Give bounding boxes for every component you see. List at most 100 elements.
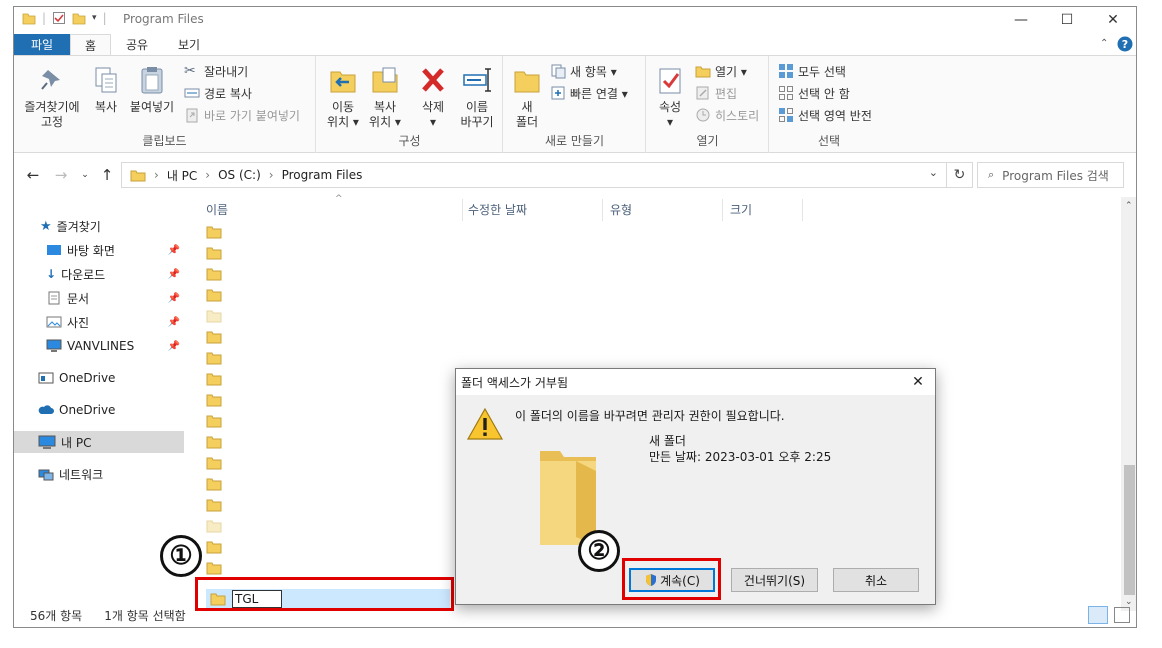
history-button[interactable]: 히스토리 [695,105,759,125]
breadcrumb-program-files[interactable]: Program Files [282,168,363,182]
nav-network[interactable]: 네트워크 [14,463,184,485]
copy-button[interactable]: 복사 [88,64,124,115]
address-bar[interactable]: › 내 PC › OS (C:) › Program Files ⌄ ↻ [121,162,973,188]
folder-icon[interactable] [206,477,226,493]
invert-selection-button[interactable]: 선택 영역 반전 [778,105,872,125]
clipboard-group-label: 클립보드 [142,134,187,148]
address-history-chevron-icon[interactable]: ⌄ [929,166,938,179]
breadcrumb-this-pc[interactable]: 내 PC [167,167,197,184]
column-header-size[interactable]: 크기 [730,201,752,218]
onedrive-icon [38,405,54,414]
copy-path-button[interactable]: 경로 복사 [184,83,252,103]
folder-icon[interactable] [206,456,226,472]
back-arrow-icon[interactable]: ← [22,164,44,186]
tab-share[interactable]: 공유 [112,34,162,55]
refresh-icon[interactable]: ↻ [946,163,972,187]
nav-label: 바탕 화면 [67,243,115,258]
edit-button[interactable]: 편집 [695,83,737,103]
nav-vanvlines[interactable]: VANVLINES 📌 [14,335,184,357]
select-none-button[interactable]: 선택 안 함 [778,83,850,103]
folder-icon[interactable] [206,225,226,241]
folder-icon[interactable] [206,393,226,409]
folder-icon[interactable] [206,540,226,556]
column-header-date[interactable]: 수정한 날짜 [468,201,527,218]
help-icon[interactable]: ? [1117,36,1133,52]
search-placeholder: Program Files 검색 [1002,168,1109,183]
nav-onedrive[interactable]: OneDrive [14,399,184,421]
move-to-button[interactable]: 이동 위치 ▾ [323,64,363,130]
copy-to-button[interactable]: 복사 위치 ▾ [365,64,405,130]
paste-shortcut-button[interactable]: 바로 가기 붙여넣기 [184,105,300,125]
delete-button[interactable]: 삭제 ▾ [415,64,451,130]
column-divider[interactable] [462,199,463,221]
nav-pictures[interactable]: 사진 📌 [14,311,184,333]
tab-view[interactable]: 보기 [164,34,214,55]
new-folder-button[interactable]: 새 폴더 [510,64,544,130]
paste-button[interactable]: 붙여넣기 [126,64,178,115]
large-icons-view-icon[interactable] [1114,607,1130,623]
nav-this-pc[interactable]: 내 PC [14,431,184,453]
cancel-button[interactable]: 취소 [833,568,919,592]
dialog-item-date: 만든 날짜: 2023-03-01 오후 2:25 [649,450,832,464]
folder-icon[interactable] [206,288,226,304]
close-button[interactable]: ✕ [1090,7,1136,33]
folder-icon[interactable] [206,519,226,535]
folder-icon[interactable] [206,414,226,430]
recent-locations-chevron-icon[interactable]: ⌄ [74,164,96,186]
nav-label: 내 PC [61,435,92,450]
download-icon: ↓ [46,267,57,281]
search-input[interactable]: ⌕ Program Files 검색 [977,162,1124,188]
folder-icon[interactable] [206,435,226,451]
folder-icon[interactable] [206,267,226,283]
easy-access-button[interactable]: 빠른 연결 ▾ [550,83,628,103]
properties-check-icon[interactable] [52,11,66,25]
minimize-button[interactable]: — [998,7,1044,33]
pin-to-quick-access-button[interactable]: 즐겨찾기에 고정 [20,64,84,130]
rename-button[interactable]: 이름 바꾸기 [457,64,497,130]
properties-button[interactable]: 속성 ▾ [653,64,687,130]
folder-icon [22,13,36,25]
column-header-type[interactable]: 유형 [610,201,632,218]
select-all-button[interactable]: 모두 선택 [778,61,846,81]
open-button[interactable]: 열기 ▾ [695,61,747,81]
column-header-name[interactable]: 이름 [206,201,228,218]
nav-onedrive-business[interactable]: OneDrive [14,367,184,389]
details-view-icon[interactable] [1088,606,1108,624]
nav-downloads[interactable]: ↓ 다운로드 📌 [14,263,184,285]
invert-selection-label: 선택 영역 반전 [798,108,872,123]
maximize-button[interactable]: ☐ [1044,7,1090,33]
folder-icon[interactable] [206,246,226,262]
nav-documents[interactable]: 문서 📌 [14,287,184,309]
tab-file[interactable]: 파일 [14,34,70,55]
open-folder-icon [695,66,711,78]
status-bar: 56개 항목 1개 항목 선택함 [14,603,1136,627]
folder-icon[interactable] [206,309,226,325]
nav-desktop[interactable]: 바탕 화면 📌 [14,239,184,261]
breadcrumb-os-drive[interactable]: OS (C:) [218,168,261,182]
scrollbar-thumb[interactable] [1124,465,1135,595]
up-arrow-icon[interactable]: ↑ [96,164,118,186]
column-divider[interactable] [802,199,803,221]
column-divider[interactable] [722,199,723,221]
folder-icon[interactable] [206,498,226,514]
new-item-button[interactable]: 새 항목 ▾ [550,61,617,81]
open-group-label: 열기 [696,134,719,148]
nav-quick-access[interactable]: ★ 즐겨찾기 [14,215,184,237]
column-divider[interactable] [602,199,603,221]
customize-toolbar-icon[interactable]: ▾ [92,13,97,23]
tab-home[interactable]: 홈 [70,34,112,55]
collapse-ribbon-icon[interactable]: ⌃ [1100,38,1108,49]
nav-label: OneDrive [59,371,116,385]
forward-arrow-icon[interactable]: → [50,164,72,186]
cut-button[interactable]: ✂ 잘라내기 [184,61,248,81]
new-folder-icon[interactable] [72,11,86,25]
folder-icon[interactable] [206,561,226,577]
folder-icon[interactable] [206,372,226,388]
scroll-up-icon[interactable]: ⌃ [1125,201,1133,211]
folder-icon[interactable] [206,351,226,367]
select-all-icon [779,64,793,78]
vertical-scrollbar[interactable]: ⌃ ⌄ [1121,197,1136,611]
skip-button[interactable]: 건너뛰기(S) [731,568,818,592]
dialog-close-button[interactable]: ✕ [901,369,935,395]
folder-icon[interactable] [206,330,226,346]
